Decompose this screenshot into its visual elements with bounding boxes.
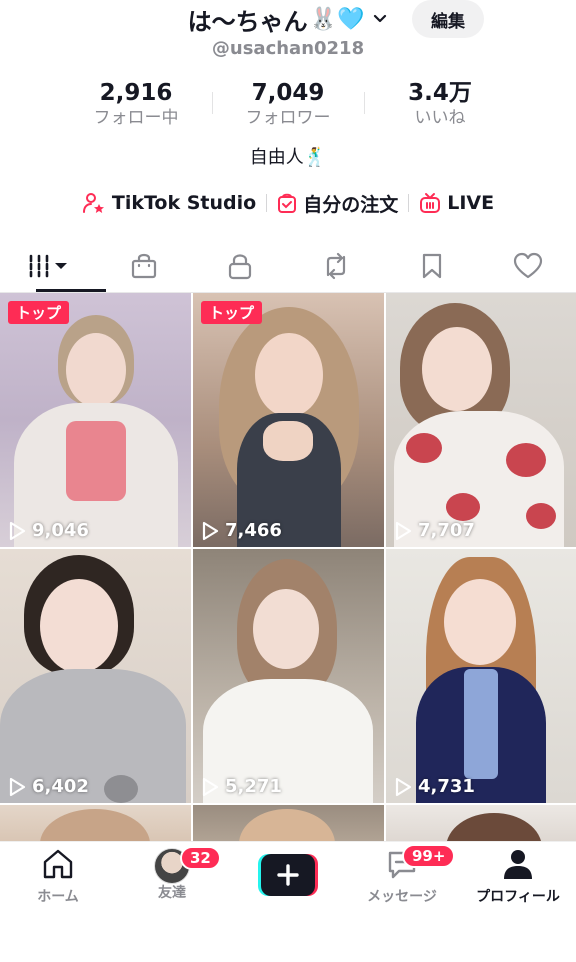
repost-icon bbox=[326, 252, 346, 280]
name-emoji: 🐰🩵 bbox=[309, 6, 365, 32]
view-count: 5,271 bbox=[201, 776, 282, 797]
video-image bbox=[193, 805, 384, 841]
nav-home-label: ホーム bbox=[37, 889, 79, 905]
live-tv-icon bbox=[420, 193, 441, 213]
view-count: 9,046 bbox=[8, 520, 89, 541]
display-name: は〜ちゃん bbox=[187, 7, 308, 36]
view-count: 4,731 bbox=[394, 776, 475, 797]
nav-friends-label: 友達 bbox=[158, 885, 186, 901]
video-grid: トップ 9,046 トップ 7,466 7,707 6,402 5,271 4,… bbox=[0, 293, 576, 841]
bottom-navigation: ホーム 友達 32 メッセージ 99+ プロフィール bbox=[0, 841, 576, 962]
play-icon bbox=[395, 777, 412, 796]
play-icon bbox=[202, 521, 219, 540]
play-icon bbox=[202, 777, 219, 796]
live-link[interactable]: LIVE bbox=[409, 192, 504, 214]
video-thumbnail[interactable]: トップ 7,466 bbox=[193, 293, 384, 547]
video-thumbnail[interactable] bbox=[0, 805, 191, 841]
nav-messages[interactable]: メッセージ 99+ bbox=[352, 844, 456, 906]
play-icon bbox=[9, 777, 26, 796]
view-count-value: 5,271 bbox=[225, 776, 282, 797]
order-bag-icon bbox=[278, 193, 297, 213]
video-thumbnail[interactable]: 4,731 bbox=[386, 549, 576, 803]
view-count-value: 7,466 bbox=[225, 520, 282, 541]
video-image bbox=[386, 293, 576, 547]
video-thumbnail[interactable]: 7,707 bbox=[386, 293, 576, 547]
nav-friends[interactable]: 友達 32 bbox=[122, 846, 222, 902]
tiktok-studio-link[interactable]: TikTok Studio bbox=[72, 192, 266, 214]
following-count: 2,916 bbox=[99, 80, 173, 106]
nav-home[interactable]: ホーム bbox=[8, 848, 108, 906]
followers-stat[interactable]: 7,049 フォロワー bbox=[212, 78, 364, 130]
tab-videos[interactable] bbox=[0, 240, 106, 292]
person-star-icon bbox=[82, 193, 104, 213]
video-image bbox=[193, 293, 384, 547]
profile-header: は〜ちゃん 🐰🩵 編集 bbox=[0, 0, 576, 40]
video-image bbox=[0, 805, 191, 841]
videos-grid-icon bbox=[29, 254, 67, 278]
messages-badge: 99+ bbox=[402, 844, 456, 868]
edit-profile-button[interactable]: 編集 bbox=[412, 0, 484, 38]
my-orders-link[interactable]: 自分の注文 bbox=[267, 190, 408, 217]
friends-badge: 32 bbox=[180, 846, 221, 870]
video-image bbox=[386, 805, 576, 841]
live-label: LIVE bbox=[447, 192, 495, 214]
video-image bbox=[0, 293, 191, 547]
tab-reposts[interactable] bbox=[288, 240, 384, 292]
create-button[interactable] bbox=[258, 854, 318, 896]
video-image bbox=[386, 549, 576, 803]
video-thumbnail[interactable]: 5,271 bbox=[193, 549, 384, 803]
view-count-value: 9,046 bbox=[32, 520, 89, 541]
video-thumbnail[interactable]: トップ 9,046 bbox=[0, 293, 191, 547]
likes-label: いいね bbox=[414, 108, 466, 128]
following-label: フォロー中 bbox=[93, 108, 179, 128]
view-count-value: 6,402 bbox=[32, 776, 89, 797]
tab-liked[interactable] bbox=[480, 240, 576, 292]
bookmark-icon bbox=[422, 253, 442, 279]
video-thumbnail[interactable]: 6,402 bbox=[0, 549, 191, 803]
play-icon bbox=[395, 521, 412, 540]
likes-count: 3.4万 bbox=[408, 80, 472, 106]
video-image bbox=[193, 549, 384, 803]
view-count-value: 4,731 bbox=[418, 776, 475, 797]
lock-icon bbox=[228, 254, 252, 280]
profile-stats: 2,916 フォロー中 7,049 フォロワー 3.4万 いいね bbox=[60, 78, 516, 130]
profile-links: TikTok Studio 自分の注文 LIVE bbox=[0, 186, 576, 220]
chevron-down-icon[interactable] bbox=[372, 11, 388, 27]
video-thumbnail[interactable] bbox=[386, 805, 576, 841]
followers-count: 7,049 bbox=[251, 80, 325, 106]
view-count: 7,466 bbox=[201, 520, 282, 541]
nav-profile-label: プロフィール bbox=[476, 889, 560, 905]
view-count: 7,707 bbox=[394, 520, 475, 541]
tab-private[interactable] bbox=[192, 240, 288, 292]
video-thumbnail[interactable] bbox=[193, 805, 384, 841]
play-icon bbox=[9, 521, 26, 540]
my-orders-label: 自分の注文 bbox=[303, 193, 399, 216]
tab-shop[interactable] bbox=[96, 240, 192, 292]
followers-label: フォロワー bbox=[245, 108, 331, 128]
top-badge: トップ bbox=[201, 301, 263, 324]
home-icon bbox=[43, 849, 73, 879]
profile-tabs bbox=[0, 240, 576, 292]
name-switcher[interactable]: は〜ちゃん 🐰🩵 bbox=[0, 2, 576, 36]
profile-person-icon bbox=[504, 850, 532, 879]
view-count-value: 7,707 bbox=[418, 520, 475, 541]
following-stat[interactable]: 2,916 フォロー中 bbox=[60, 78, 212, 130]
top-badge: トップ bbox=[8, 301, 70, 324]
nav-profile[interactable]: プロフィール bbox=[468, 848, 568, 906]
heart-icon bbox=[513, 252, 543, 279]
view-count: 6,402 bbox=[8, 776, 89, 797]
bio-text: 自由人🕺 bbox=[249, 147, 327, 168]
video-image bbox=[0, 549, 191, 803]
tiktok-studio-label: TikTok Studio bbox=[111, 192, 257, 214]
shop-bag-icon bbox=[131, 253, 157, 279]
username: @usachan0218 bbox=[211, 38, 365, 59]
tab-favorites[interactable] bbox=[384, 240, 480, 292]
nav-messages-label: メッセージ bbox=[367, 889, 437, 905]
likes-stat[interactable]: 3.4万 いいね bbox=[364, 78, 516, 130]
